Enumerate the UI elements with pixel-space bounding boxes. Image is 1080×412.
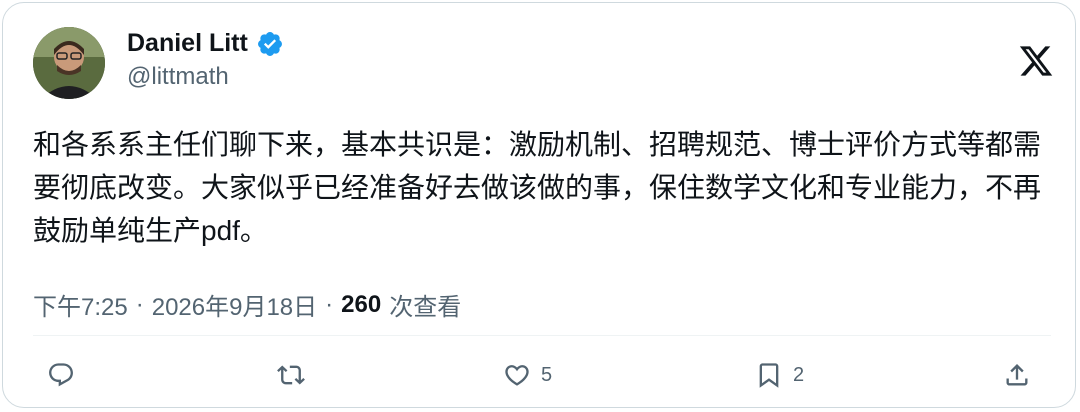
avatar[interactable] [33, 27, 105, 99]
bookmark-count: 2 [793, 363, 805, 386]
tweet-time[interactable]: 下午7:25 [33, 287, 128, 322]
tweet-text: 和各系系主任们聊下来，基本共识是：激励机制、招聘规范、博士评价方式等都需要彻底改… [33, 129, 1042, 246]
bookmark-icon [759, 363, 779, 388]
reply-icon [49, 363, 73, 387]
author-name-row: Daniel Litt [127, 29, 284, 58]
author-handle[interactable]: @littmath [127, 63, 229, 91]
views-count: 260 [341, 290, 382, 318]
heart-icon [505, 365, 529, 386]
tweet-date[interactable]: 2026年9月18日 [152, 287, 317, 322]
retweet-button[interactable] [277, 355, 315, 395]
views-label: 次查看 [389, 294, 462, 321]
meta-separator: · [325, 290, 334, 318]
like-button[interactable]: 5 [503, 355, 552, 395]
author-name[interactable]: Daniel Litt [127, 29, 248, 58]
like-count: 5 [541, 363, 553, 386]
tweet-card: Daniel Litt @littmath 和各系系主任们聊下来，基本共识是：激… [2, 2, 1076, 408]
verified-badge-icon [256, 30, 284, 58]
divider [33, 335, 1051, 336]
x-logo-icon[interactable] [1018, 43, 1054, 79]
share-button[interactable] [1003, 355, 1031, 395]
meta-separator: · [135, 290, 144, 318]
reply-button[interactable] [47, 355, 85, 395]
bookmark-button[interactable]: 2 [755, 355, 804, 395]
retweet-icon [277, 365, 305, 385]
share-icon [1006, 364, 1028, 386]
tweet-meta: 下午7:25 · 2026年9月18日 · 260 次查看 [33, 287, 461, 322]
avatar-image [33, 27, 105, 99]
